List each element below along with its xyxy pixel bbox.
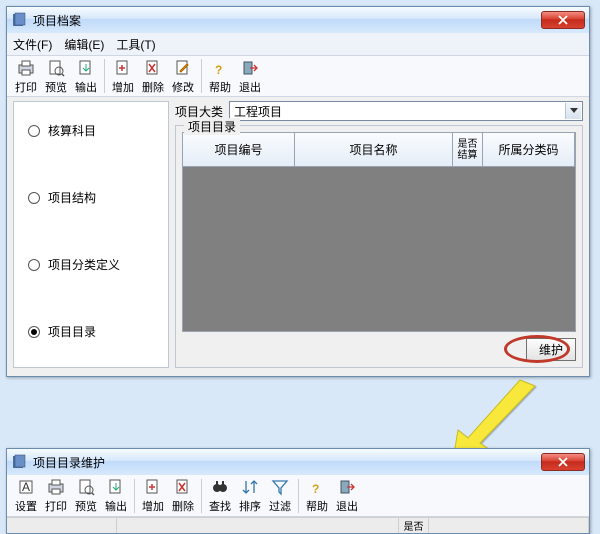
- print-button[interactable]: 打印: [11, 56, 41, 96]
- table-header-strip: 是否: [7, 517, 589, 533]
- window-title: 项目档案: [33, 12, 81, 29]
- filter-icon: [270, 477, 290, 497]
- col-settled[interactable]: 是否结算: [453, 133, 483, 167]
- project-archive-window: 项目档案 文件(F) 编辑(E) 工具(T) 打印 预览 输出 增加 删除: [6, 6, 590, 377]
- preview-icon: [46, 58, 66, 78]
- exit-button[interactable]: 退出: [235, 56, 265, 96]
- preview-button[interactable]: 预览: [71, 476, 101, 516]
- radio-icon: [28, 259, 40, 271]
- col-project-id[interactable]: 项目编号: [183, 133, 295, 167]
- preview-button[interactable]: 预览: [41, 56, 71, 96]
- modify-button[interactable]: 修改: [168, 56, 198, 96]
- table-header: 项目编号 项目名称 是否结算 所属分类码: [183, 133, 575, 167]
- menu-edit[interactable]: 编辑(E): [64, 36, 104, 53]
- radio-icon: [28, 125, 40, 137]
- toolbar: 打印 预览 输出 增加 删除 修改 ? 帮助 退出: [7, 55, 589, 97]
- help-button[interactable]: ? 帮助: [205, 56, 235, 96]
- close-button[interactable]: [541, 453, 585, 471]
- titlebar: 项目档案: [7, 7, 589, 33]
- app-icon: [11, 12, 27, 28]
- col-class-code[interactable]: 所属分类码: [483, 133, 575, 167]
- delete-button[interactable]: 删除: [138, 56, 168, 96]
- printer-icon: [16, 58, 36, 78]
- help-icon: ?: [307, 477, 327, 497]
- menubar: 文件(F) 编辑(E) 工具(T): [7, 33, 589, 55]
- group-label: 项目目录: [184, 118, 240, 135]
- modify-icon: [173, 58, 193, 78]
- help-icon: ?: [210, 58, 230, 78]
- radio-icon: [28, 192, 40, 204]
- filter-button[interactable]: 过滤: [265, 476, 295, 516]
- radio-icon: [28, 326, 40, 338]
- sidebar-item-directory[interactable]: 项目目录: [28, 323, 154, 340]
- find-button[interactable]: 查找: [205, 476, 235, 516]
- titlebar: 项目目录维护: [7, 449, 589, 475]
- menu-tool[interactable]: 工具(T): [116, 36, 155, 53]
- sort-icon: [240, 477, 260, 497]
- menu-file[interactable]: 文件(F): [13, 36, 52, 53]
- svg-text:?: ?: [215, 63, 222, 77]
- separator: [298, 479, 299, 513]
- export-icon: [106, 477, 126, 497]
- sort-button[interactable]: 排序: [235, 476, 265, 516]
- separator: [104, 59, 105, 93]
- category-combo[interactable]: 工程项目: [229, 101, 583, 121]
- sidebar-item-accounts[interactable]: 核算科目: [28, 122, 154, 139]
- button-row: 维护: [182, 332, 576, 361]
- project-table[interactable]: 项目编号 项目名称 是否结算 所属分类码: [182, 132, 576, 332]
- main-panel: 项目大类 工程项目 项目目录 项目编号 项目名称 是否结算 所属分类码: [175, 101, 583, 368]
- add-button[interactable]: 增加: [108, 56, 138, 96]
- project-directory-maint-window: 项目目录维护 A设置 打印 预览 输出 增加 删除 查找 排序 过滤 ?帮助 退…: [6, 448, 590, 534]
- add-button[interactable]: 增加: [138, 476, 168, 516]
- add-icon: [113, 58, 133, 78]
- exit-icon: [240, 58, 260, 78]
- toolbar: A设置 打印 预览 输出 增加 删除 查找 排序 过滤 ?帮助 退出: [7, 475, 589, 517]
- print-button[interactable]: 打印: [41, 476, 71, 516]
- exit-icon: [337, 477, 357, 497]
- export-button[interactable]: 输出: [101, 476, 131, 516]
- separator: [134, 479, 135, 513]
- sidebar-item-category-def[interactable]: 项目分类定义: [28, 256, 154, 273]
- sidebar-item-structure[interactable]: 项目结构: [28, 189, 154, 206]
- close-button[interactable]: [541, 11, 585, 29]
- separator: [201, 479, 202, 513]
- delete-icon: [173, 477, 193, 497]
- combo-value: 工程项目: [234, 103, 282, 120]
- binoculars-icon: [210, 477, 230, 497]
- preview-icon: [76, 477, 96, 497]
- setup-button[interactable]: A设置: [11, 476, 41, 516]
- export-button[interactable]: 输出: [71, 56, 101, 96]
- category-label: 项目大类: [175, 103, 223, 120]
- client-area: 核算科目 项目结构 项目分类定义 项目目录 项目大类 工程项目 项目目录 项目编…: [7, 97, 589, 376]
- col-project-name[interactable]: 项目名称: [295, 133, 453, 167]
- svg-text:?: ?: [312, 482, 319, 496]
- directory-group: 项目目录 项目编号 项目名称 是否结算 所属分类码 维护: [175, 125, 583, 368]
- chevron-down-icon: [565, 103, 581, 119]
- exit-button[interactable]: 退出: [332, 476, 362, 516]
- close-icon: [558, 15, 568, 25]
- svg-text:A: A: [22, 480, 30, 494]
- window-title: 项目目录维护: [33, 454, 105, 471]
- maintain-button[interactable]: 维护: [526, 338, 576, 361]
- delete-button[interactable]: 删除: [168, 476, 198, 516]
- close-icon: [558, 457, 568, 467]
- delete-icon: [143, 58, 163, 78]
- sidebar: 核算科目 项目结构 项目分类定义 项目目录: [13, 101, 169, 368]
- separator: [201, 59, 202, 93]
- app-icon: [11, 454, 27, 470]
- help-button[interactable]: ?帮助: [302, 476, 332, 516]
- printer-icon: [46, 477, 66, 497]
- export-icon: [76, 58, 96, 78]
- setup-icon: A: [16, 477, 36, 497]
- add-icon: [143, 477, 163, 497]
